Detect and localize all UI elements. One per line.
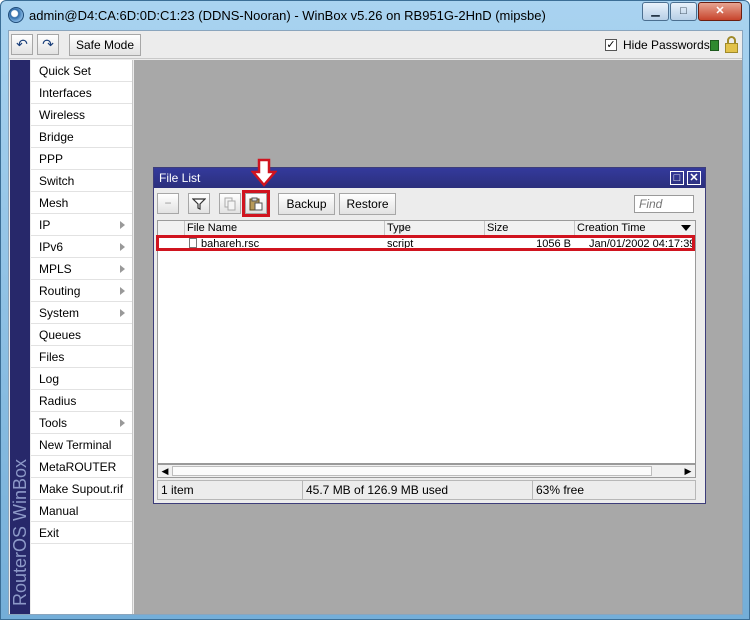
brand-text: RouterOS WinBox [10, 458, 30, 606]
title-bar[interactable]: admin@D4:CA:6D:0D:C1:23 (DDNS-Nooran) - … [1, 1, 749, 29]
copy-icon[interactable] [219, 193, 241, 214]
menu-item-files[interactable]: Files [31, 346, 132, 368]
column-menu-icon[interactable] [681, 225, 691, 231]
file-list-status-bar: 1 item 45.7 MB of 126.9 MB used 63% free [157, 480, 696, 500]
menu-item-metarouter[interactable]: MetaROUTER [31, 456, 132, 478]
menu-item-routing[interactable]: Routing [31, 280, 132, 302]
find-input[interactable] [634, 195, 694, 213]
menu-item-wireless[interactable]: Wireless [31, 104, 132, 126]
column-header-size[interactable]: Size [485, 221, 575, 236]
scroll-right-icon[interactable]: ▶ [681, 465, 695, 477]
paste-highlight-box [242, 190, 270, 217]
main-toolbar: ↶ ↷ Safe Mode ✓ Hide Passwords [9, 31, 742, 59]
file-list-title: File List [159, 171, 201, 185]
column-header-file-name[interactable]: File Name / [185, 221, 404, 236]
scroll-thumb[interactable] [172, 466, 652, 476]
file-list-toolbar: − Backup Restore [154, 189, 705, 219]
menu-item-interfaces[interactable]: Interfaces [31, 82, 132, 104]
item-count: 1 item [158, 481, 303, 499]
hide-passwords-label: Hide Passwords [623, 38, 710, 52]
disk-used: 45.7 MB of 126.9 MB used [303, 481, 533, 499]
menu-item-manual[interactable]: Manual [31, 500, 132, 522]
menu-item-ipv6[interactable]: IPv6 [31, 236, 132, 258]
menu-item-queues[interactable]: Queues [31, 324, 132, 346]
row-highlight-box [156, 235, 695, 251]
menu-item-make-supout[interactable]: Make Supout.rif [31, 478, 132, 500]
table-header: File Name / Type Size Creation Time [158, 221, 695, 236]
menu-item-radius[interactable]: Radius [31, 390, 132, 412]
undo-icon[interactable]: ↶ [11, 34, 33, 55]
scroll-left-icon[interactable]: ◀ [158, 465, 172, 477]
maximize-button[interactable]: □ [670, 2, 697, 21]
arrow-down-icon [251, 158, 277, 187]
menu-item-switch[interactable]: Switch [31, 170, 132, 192]
minimize-button[interactable]: ▁ [642, 2, 669, 21]
lock-icon [725, 36, 738, 53]
column-header-creation-time[interactable]: Creation Time [575, 221, 685, 236]
menu-item-new-terminal[interactable]: New Terminal [31, 434, 132, 456]
menu-item-log[interactable]: Log [31, 368, 132, 390]
menu-item-quick-set[interactable]: Quick Set [31, 60, 132, 82]
side-menu: Quick Set Interfaces Wireless Bridge PPP… [31, 60, 133, 614]
horizontal-scrollbar[interactable]: ◀ ▶ [157, 464, 696, 478]
file-list-title-bar[interactable]: File List □ ✕ [154, 168, 705, 188]
submenu-arrow-icon [120, 309, 125, 317]
menu-item-mesh[interactable]: Mesh [31, 192, 132, 214]
submenu-arrow-icon [120, 419, 125, 427]
menu-item-bridge[interactable]: Bridge [31, 126, 132, 148]
filter-icon[interactable] [188, 193, 210, 214]
menu-item-exit[interactable]: Exit [31, 522, 132, 544]
file-list-close-button[interactable]: ✕ [687, 171, 701, 185]
submenu-arrow-icon [120, 265, 125, 273]
file-list-window: File List □ ✕ − Backup Restore File Name… [153, 167, 706, 504]
menu-item-ip[interactable]: IP [31, 214, 132, 236]
restore-button[interactable]: Restore [339, 193, 396, 215]
hide-passwords-checkbox[interactable]: ✓ [605, 39, 617, 51]
submenu-arrow-icon [120, 243, 125, 251]
submenu-arrow-icon [120, 221, 125, 229]
menu-item-ppp[interactable]: PPP [31, 148, 132, 170]
remove-icon[interactable]: − [157, 193, 179, 214]
column-header-blank[interactable] [158, 221, 185, 236]
status-light-icon [710, 40, 719, 51]
menu-item-tools[interactable]: Tools [31, 412, 132, 434]
column-header-type[interactable]: Type [385, 221, 485, 236]
window-title: admin@D4:CA:6D:0D:C1:23 (DDNS-Nooran) - … [29, 8, 546, 23]
safe-mode-button[interactable]: Safe Mode [69, 34, 141, 56]
winbox-app-icon [8, 7, 24, 23]
redo-icon[interactable]: ↷ [37, 34, 59, 55]
menu-item-system[interactable]: System [31, 302, 132, 324]
close-button[interactable]: ✕ [698, 2, 742, 21]
menu-item-mpls[interactable]: MPLS [31, 258, 132, 280]
backup-button[interactable]: Backup [278, 193, 335, 215]
file-list-maximize-button[interactable]: □ [670, 171, 684, 185]
file-table: File Name / Type Size Creation Time bahar… [157, 220, 696, 464]
disk-free: 63% free [536, 483, 585, 497]
submenu-arrow-icon [120, 287, 125, 295]
brand-strip: RouterOS WinBox [10, 60, 30, 614]
